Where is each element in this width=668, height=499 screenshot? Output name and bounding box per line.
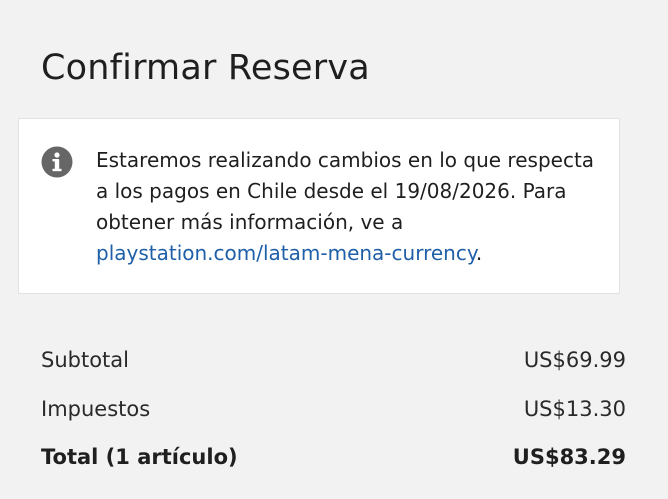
order-summary: Subtotal US$69.99 Impuestos US$13.30 Tot… — [41, 336, 626, 482]
subtotal-label: Subtotal — [41, 348, 129, 373]
total-row: Total (1 artículo) US$83.29 — [41, 433, 626, 482]
notice-message: Estaremos realizando cambios en lo que r… — [96, 145, 606, 269]
currency-info-link[interactable]: playstation.com/latam-mena-currency — [96, 241, 476, 265]
taxes-row: Impuestos US$13.30 — [41, 385, 626, 434]
total-label: Total (1 artículo) — [41, 445, 238, 470]
total-value: US$83.29 — [512, 445, 626, 470]
notice-text-before: Estaremos realizando cambios en lo que r… — [96, 148, 595, 234]
subtotal-row: Subtotal US$69.99 — [41, 336, 626, 385]
subtotal-value: US$69.99 — [523, 348, 626, 373]
info-icon — [41, 146, 73, 178]
taxes-value: US$13.30 — [523, 396, 626, 421]
taxes-label: Impuestos — [41, 396, 151, 421]
page-title: Confirmar Reserva — [41, 48, 370, 88]
currency-notice-card: Estaremos realizando cambios en lo que r… — [18, 118, 620, 294]
notice-text-after: . — [475, 241, 483, 265]
